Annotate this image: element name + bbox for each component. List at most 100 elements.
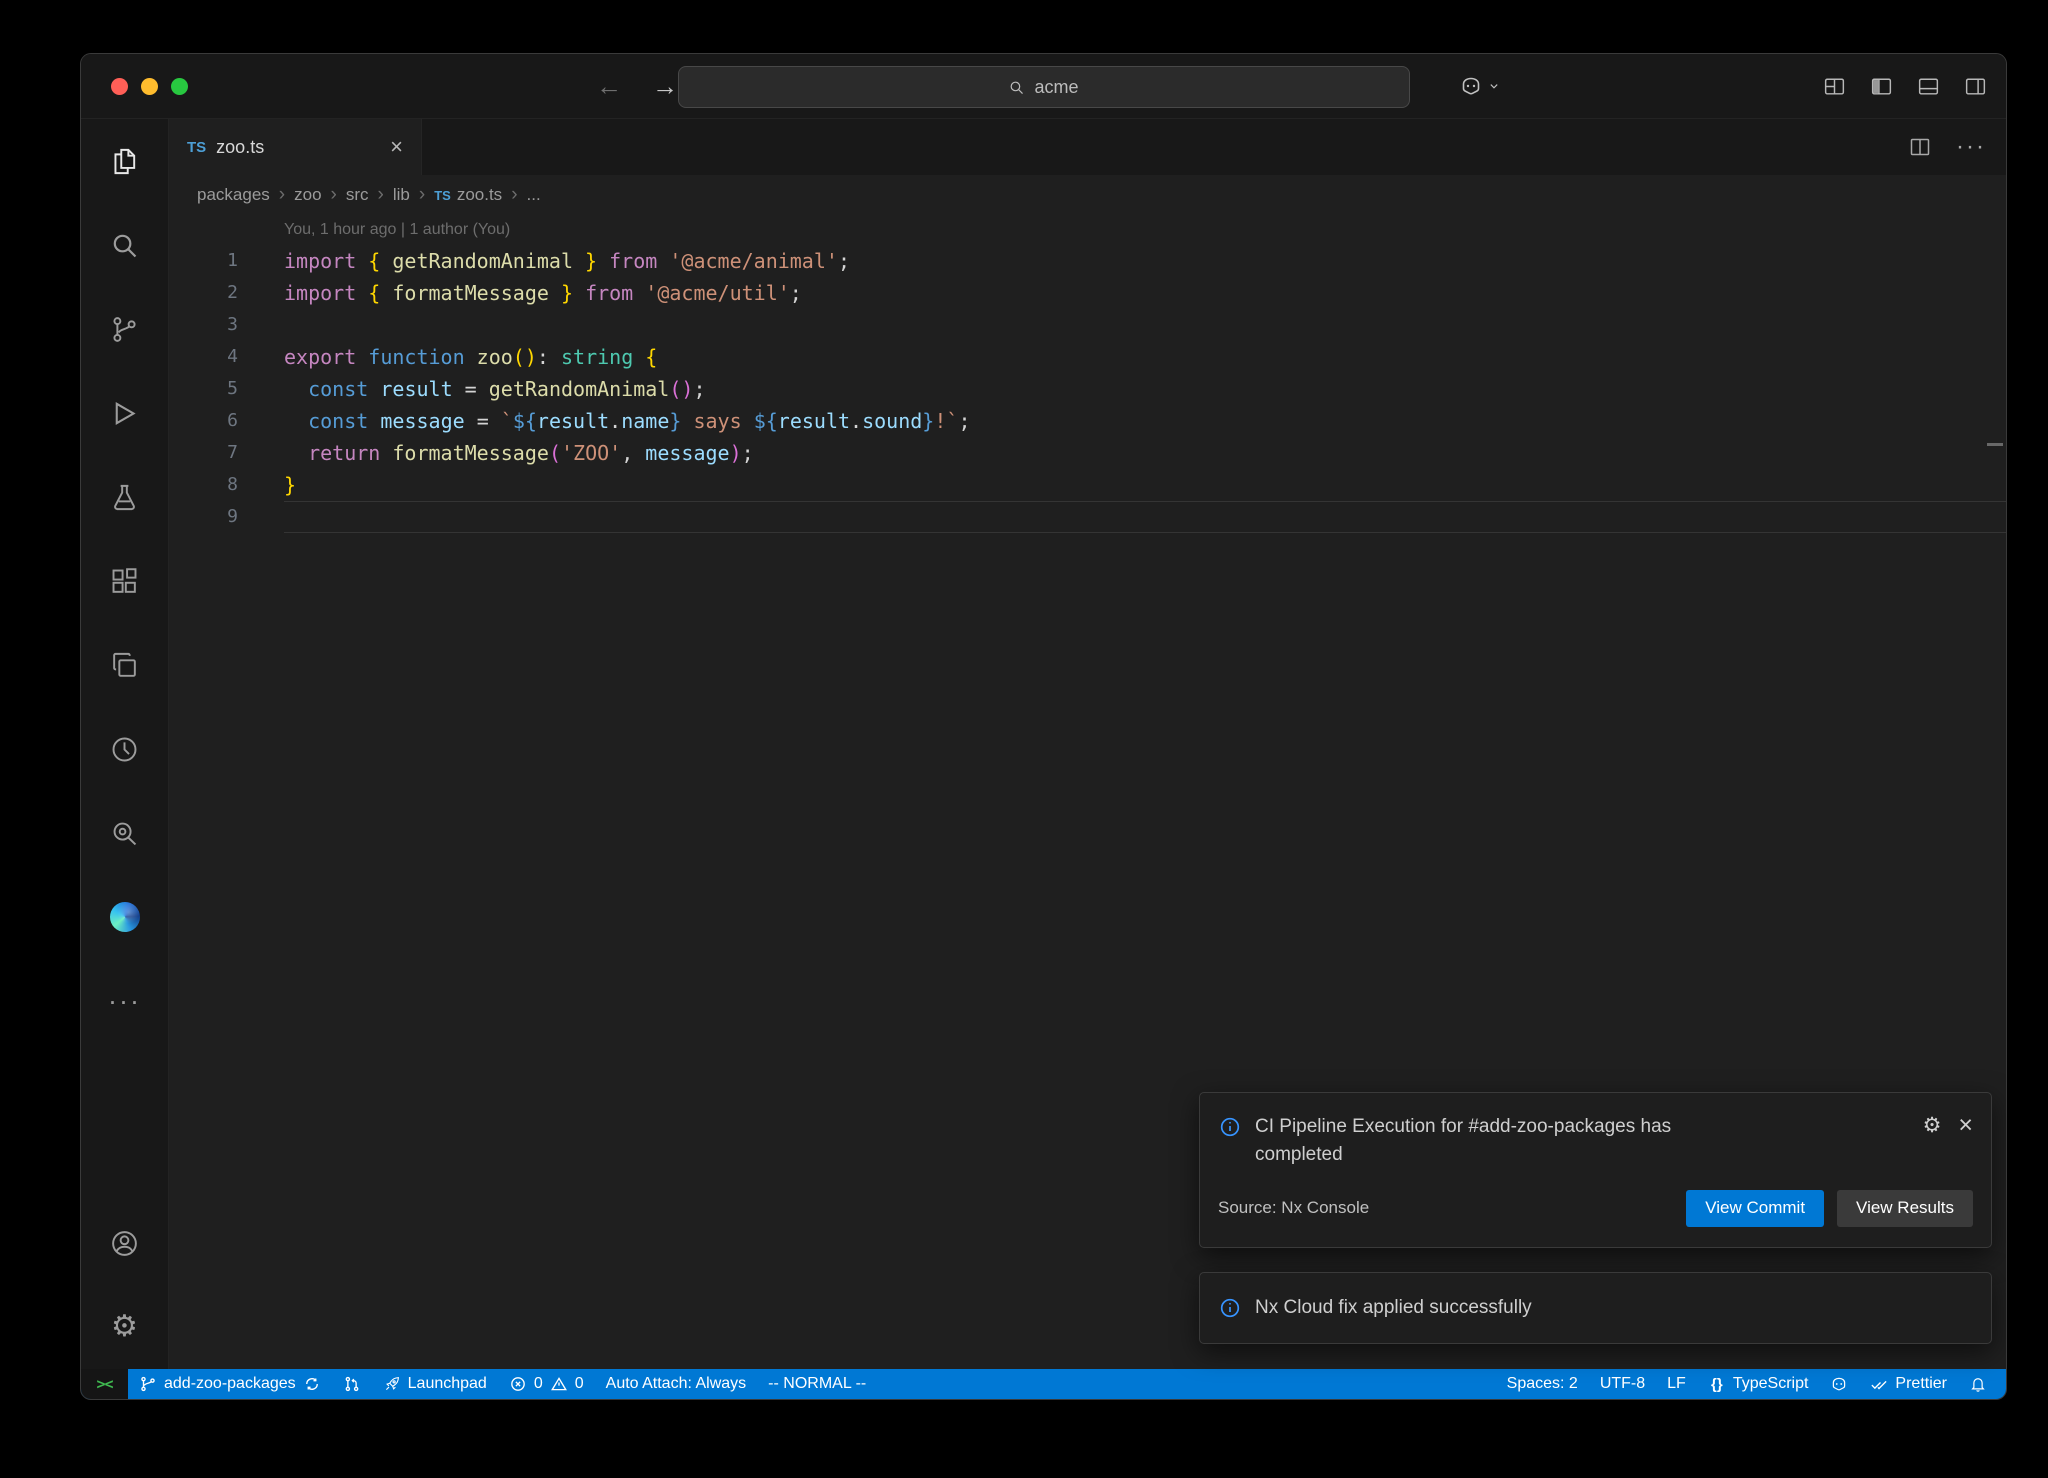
- info-icon: [1218, 1296, 1242, 1320]
- debug-icon: [109, 398, 140, 429]
- code-line[interactable]: 6 const message = `${result.name} says $…: [169, 405, 2006, 437]
- breadcrumb-separator-icon: ›: [511, 184, 517, 206]
- status-right: Spaces: 2UTF-8LF{}TypeScript Prettier: [1496, 1369, 2006, 1399]
- warning-triangle-icon: [550, 1375, 568, 1393]
- breadcrumb-item[interactable]: TSzoo.ts: [434, 185, 502, 205]
- code-line[interactable]: 4export function zoo(): string {: [169, 341, 2006, 373]
- code-line[interactable]: 2import { formatMessage } from '@acme/ut…: [169, 277, 2006, 309]
- notification-message: CI Pipeline Execution for #add-zoo-packa…: [1255, 1113, 1725, 1170]
- view-commit-button[interactable]: View Commit: [1686, 1190, 1824, 1227]
- code-line[interactable]: 1import { getRandomAnimal } from '@acme/…: [169, 245, 2006, 277]
- vscode-window: ← → acme ··· ⚙ TS zoo.ts: [80, 53, 2007, 1400]
- status-copilot[interactable]: [1819, 1369, 1859, 1399]
- back-icon[interactable]: ←: [596, 73, 622, 99]
- status-remote-indicator[interactable]: ><: [81, 1369, 128, 1399]
- extensions-icon: [109, 566, 140, 597]
- activity-item-edge-tools[interactable]: [81, 875, 168, 959]
- minimize-window-button[interactable]: [141, 78, 158, 95]
- ellipsis-icon: ···: [109, 986, 140, 1017]
- search-icon: [1008, 79, 1025, 96]
- line-number: 9: [169, 501, 284, 533]
- notification-settings-icon[interactable]: ⚙: [1923, 1115, 1942, 1136]
- status-bar: >< add-zoo-packages Launchpad00Auto Attach…: [81, 1369, 2006, 1399]
- activity-item-source-control[interactable]: [81, 287, 168, 371]
- code-line[interactable]: 3: [169, 309, 2006, 341]
- code-line[interactable]: 9: [169, 501, 2006, 533]
- notification-toast: CI Pipeline Execution for #add-zoo-packa…: [1199, 1092, 1992, 1248]
- error-circle-icon: [509, 1375, 527, 1393]
- status-indentation[interactable]: Spaces: 2: [1496, 1369, 1589, 1399]
- status-git-branch[interactable]: add-zoo-packages: [128, 1369, 332, 1399]
- notification-toast: Nx Cloud fix applied successfully: [1199, 1272, 1992, 1345]
- tab-bar: TS zoo.ts × ···: [169, 119, 2006, 175]
- breadcrumb-item[interactable]: ...: [527, 185, 541, 205]
- git-branch-icon: [139, 1375, 157, 1393]
- status-pull-request[interactable]: [332, 1369, 372, 1399]
- close-window-button[interactable]: [111, 78, 128, 95]
- line-number: 8: [169, 469, 284, 501]
- activity-item-explorer[interactable]: [81, 119, 168, 203]
- split-editor-icon[interactable]: [1908, 135, 1932, 159]
- activity-bar: ··· ⚙: [81, 119, 169, 1369]
- title-bar: ← → acme: [81, 54, 2006, 119]
- line-number: 6: [169, 405, 284, 437]
- toggle-sidebar-icon[interactable]: [1869, 74, 1894, 99]
- close-tab-icon[interactable]: ×: [390, 136, 403, 158]
- code-line[interactable]: 8}: [169, 469, 2006, 501]
- command-center-search[interactable]: acme: [678, 66, 1410, 108]
- breadcrumb: packages›zoo›src›lib›TSzoo.ts›...: [169, 175, 2006, 215]
- search-text: acme: [1034, 77, 1078, 98]
- git-pr-icon: [343, 1375, 361, 1393]
- status-language-mode[interactable]: {}TypeScript: [1697, 1369, 1820, 1399]
- forward-icon[interactable]: →: [652, 73, 678, 99]
- status-auto-attach[interactable]: Auto Attach: Always: [595, 1369, 758, 1399]
- account-icon: [109, 1228, 140, 1259]
- activity-item-settings[interactable]: ⚙: [81, 1285, 168, 1369]
- chevron-down-icon: [1487, 79, 1501, 93]
- activity-item-nx-console[interactable]: [81, 623, 168, 707]
- breadcrumb-item[interactable]: lib: [393, 185, 410, 205]
- fullscreen-window-button[interactable]: [171, 78, 188, 95]
- breadcrumb-item[interactable]: src: [346, 185, 369, 205]
- sync-icon: [303, 1375, 321, 1393]
- search-icon: [109, 230, 140, 261]
- activity-item-more-views[interactable]: ···: [81, 959, 168, 1043]
- git-blame-annotation: You, 1 hour ago | 1 author (You): [169, 215, 2006, 245]
- line-number: 4: [169, 341, 284, 373]
- activity-item-commit-graph[interactable]: [81, 791, 168, 875]
- status-formatter-prettier[interactable]: Prettier: [1859, 1369, 1958, 1399]
- toggle-secondary-sidebar-icon[interactable]: [1963, 74, 1988, 99]
- activity-item-extensions[interactable]: [81, 539, 168, 623]
- notification-close-icon[interactable]: ×: [1958, 1113, 1973, 1138]
- view-results-button[interactable]: View Results: [1837, 1190, 1973, 1227]
- line-number: 2: [169, 277, 284, 309]
- source-control-icon: [109, 314, 140, 345]
- clock-icon: [109, 734, 140, 765]
- activity-item-run-debug[interactable]: [81, 371, 168, 455]
- toggle-panel-icon[interactable]: [1916, 74, 1941, 99]
- activity-item-accounts[interactable]: [81, 1201, 168, 1285]
- tab-zoo-ts[interactable]: TS zoo.ts ×: [169, 119, 422, 175]
- copilot-icon: [1830, 1375, 1848, 1393]
- status-gitlens-launchpad[interactable]: Launchpad: [372, 1369, 498, 1399]
- breadcrumb-item[interactable]: packages: [197, 185, 270, 205]
- remote-icon: ><: [96, 1375, 114, 1393]
- status-eol[interactable]: LF: [1656, 1369, 1697, 1399]
- status-encoding[interactable]: UTF-8: [1589, 1369, 1656, 1399]
- braces-icon: {}: [1708, 1375, 1726, 1393]
- windows-icon: [109, 650, 140, 681]
- code-line[interactable]: 7 return formatMessage('ZOO', message);: [169, 437, 2006, 469]
- activity-item-search[interactable]: [81, 203, 168, 287]
- window-controls: [111, 78, 188, 95]
- status-problems[interactable]: 00: [498, 1369, 595, 1399]
- status-notifications-bell[interactable]: [1958, 1369, 1998, 1399]
- bell-icon: [1969, 1375, 1987, 1393]
- activity-item-testing[interactable]: [81, 455, 168, 539]
- customize-layout-icon[interactable]: [1822, 74, 1847, 99]
- code-line[interactable]: 5 const result = getRandomAnimal();: [169, 373, 2006, 405]
- status-vim-mode[interactable]: -- NORMAL --: [757, 1369, 877, 1399]
- copilot-menu[interactable]: [1459, 74, 1501, 98]
- editor-more-actions-icon[interactable]: ···: [1956, 135, 1986, 159]
- breadcrumb-item[interactable]: zoo: [294, 185, 321, 205]
- activity-item-gitlens[interactable]: [81, 707, 168, 791]
